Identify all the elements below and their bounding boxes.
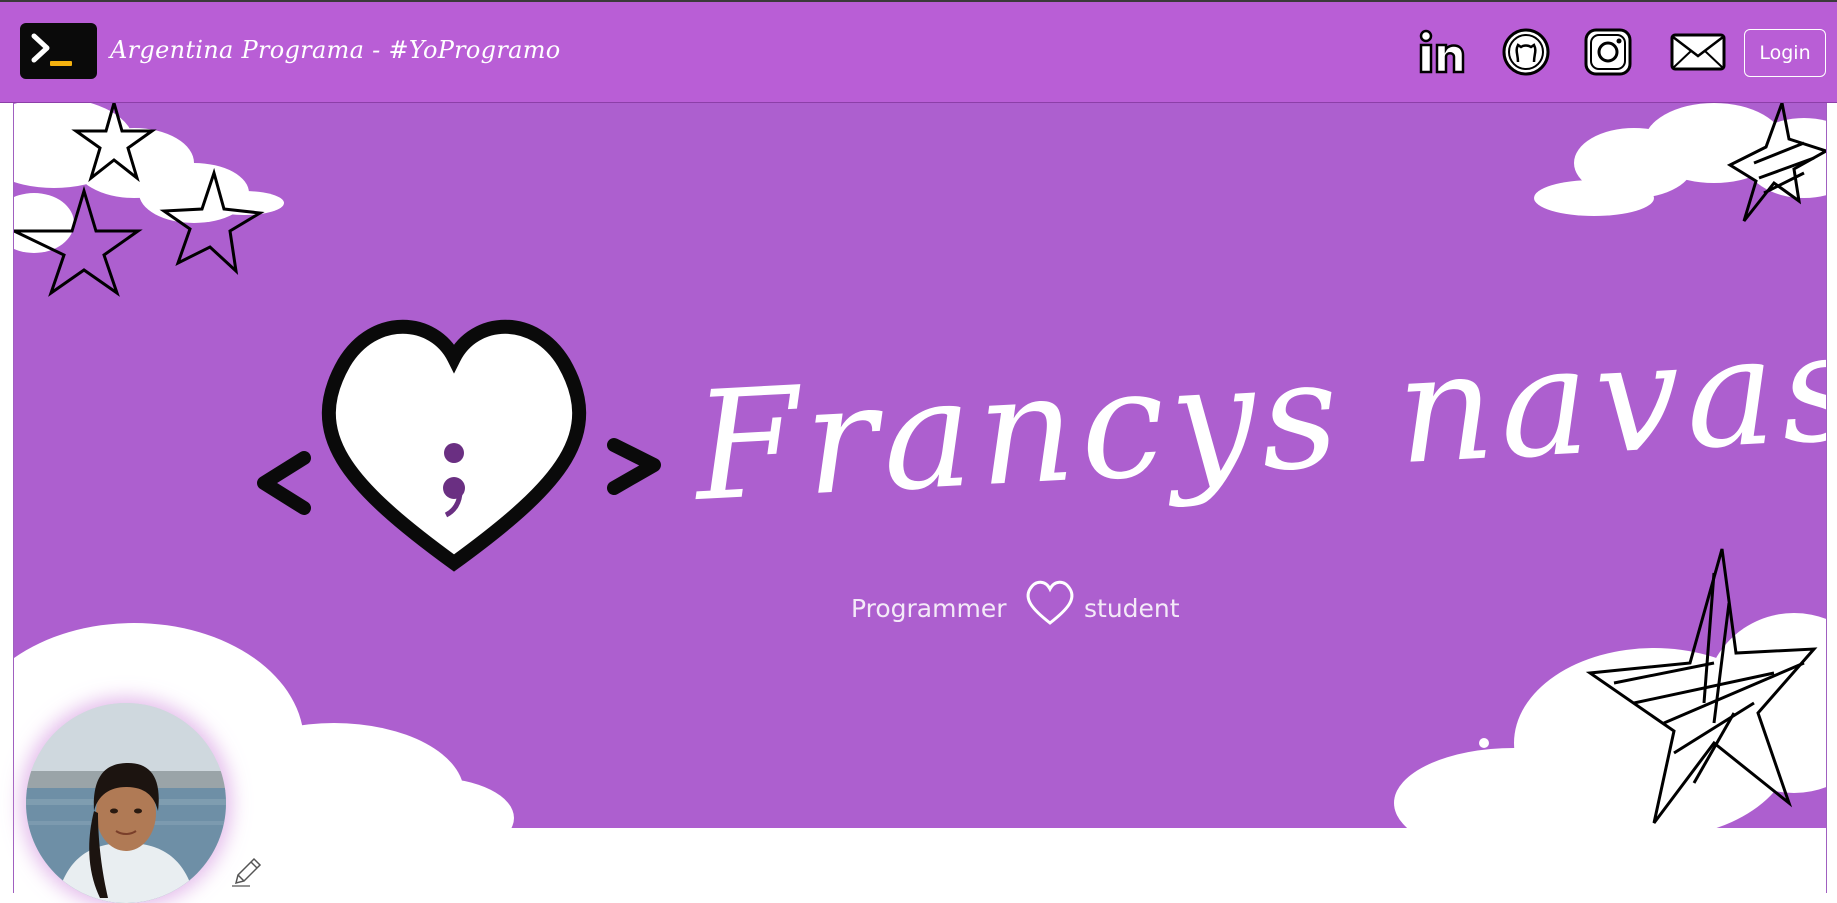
- github-icon[interactable]: [1498, 24, 1554, 80]
- brand-title[interactable]: Argentina Programa - #YoProgramo: [110, 36, 561, 64]
- edit-pencil-icon[interactable]: [230, 855, 264, 889]
- terminal-logo-icon[interactable]: [20, 23, 97, 79]
- email-icon[interactable]: [1668, 24, 1728, 80]
- navbar: Argentina Programa - #YoProgramo Login: [0, 2, 1837, 103]
- linkedin-icon[interactable]: [1414, 24, 1470, 80]
- brain-heart-icon: [1026, 580, 1074, 625]
- instagram-icon[interactable]: [1580, 24, 1636, 80]
- banner-subtitle-left: Programmer: [851, 594, 1007, 623]
- login-button[interactable]: Login: [1744, 29, 1826, 77]
- profile-banner: Francys navas Programmer student: [14, 103, 1826, 828]
- banner-subtitle-right: student: [1084, 594, 1180, 623]
- profile-avatar[interactable]: [26, 703, 226, 903]
